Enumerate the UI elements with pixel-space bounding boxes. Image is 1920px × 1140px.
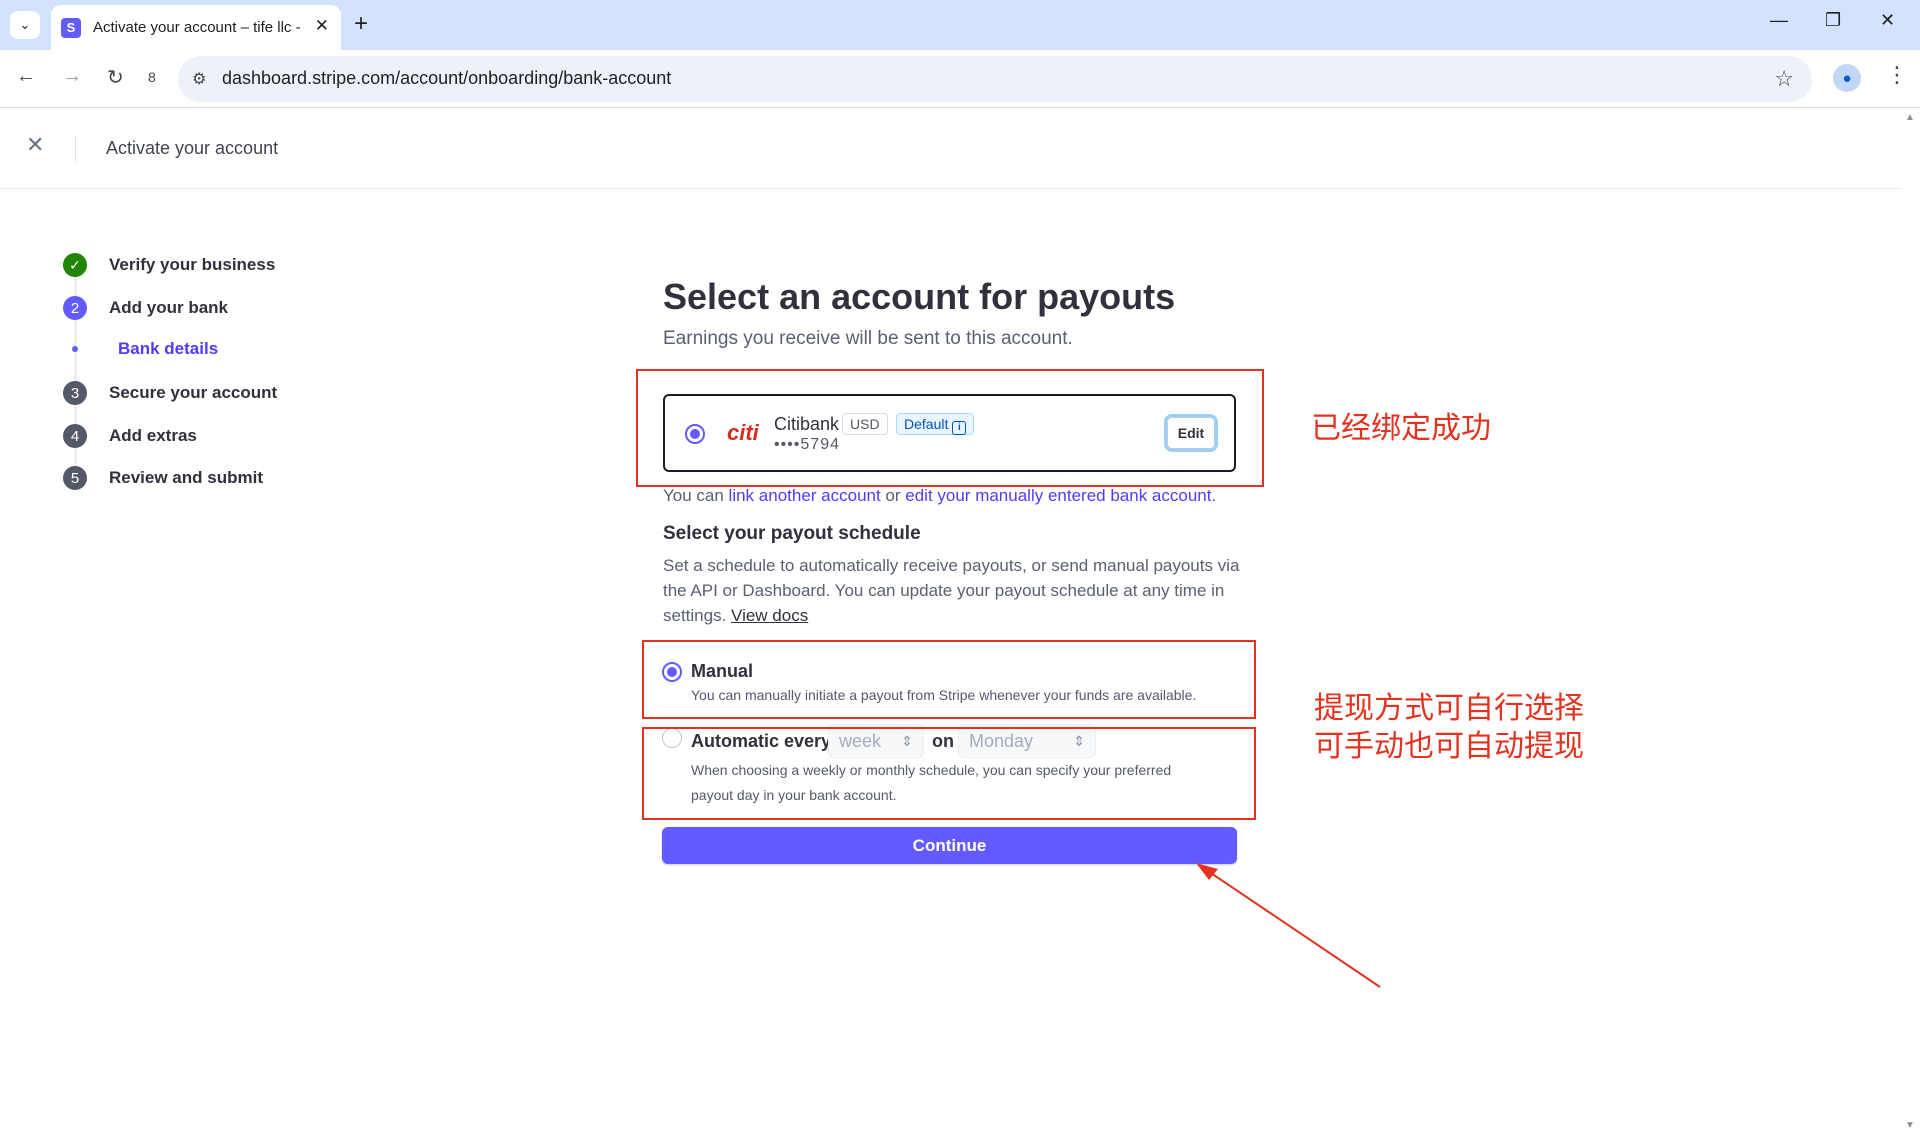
new-tab-plus-icon[interactable]: + [354, 10, 368, 38]
step-review-submit[interactable]: 5 Review and submit [63, 466, 263, 490]
annotation-arrow-icon [1196, 863, 1381, 988]
restore-icon[interactable]: ❐ [1825, 10, 1841, 31]
main-subtitle: Earnings you receive will be sent to thi… [663, 328, 1073, 349]
stripe-favicon-icon: S [61, 17, 81, 38]
annotation-box-manual [642, 640, 1256, 719]
window-close-icon[interactable]: ✕ [1880, 10, 1895, 31]
url-text[interactable]: dashboard.stripe.com/account/onboarding/… [222, 68, 671, 89]
step-label: Review and submit [109, 468, 263, 487]
browser-menu-kebab-icon[interactable]: ⋮ [1886, 62, 1908, 88]
step-label: Add extras [109, 426, 197, 445]
step-label: Verify your business [109, 255, 276, 274]
forward-arrow-icon[interactable]: → [62, 65, 82, 88]
scroll-up-arrow-icon[interactable]: ▲ [1905, 112, 1915, 123]
step-label: Add your bank [109, 298, 229, 317]
minimize-icon[interactable]: — [1770, 10, 1788, 31]
address-bar[interactable]: ⚙ dashboard.stripe.com/account/onboardin… [178, 56, 1812, 102]
profile-avatar-icon[interactable]: ● [1833, 64, 1861, 92]
step-label: Secure your account [109, 383, 278, 402]
edit-manual-bank-link[interactable]: edit your manually entered bank account [905, 486, 1211, 505]
header-divider [75, 136, 76, 162]
step-number: 4 [63, 424, 87, 448]
step-number: 5 [63, 466, 87, 490]
browser-tab-strip: ⌄ S Activate your account – tife llc - ✕… [0, 0, 1920, 50]
annotation-choice-line1: 提现方式可自行选择 [1314, 691, 1584, 726]
browser-tab-active[interactable]: S Activate your account – tife llc - ✕ [51, 5, 341, 50]
tab-close-icon[interactable]: ✕ [315, 16, 329, 36]
bookmark-star-icon[interactable]: ☆ [1774, 66, 1794, 92]
payout-schedule-title: Select your payout schedule [663, 523, 921, 544]
main-title: Select an account for payouts [663, 276, 1176, 317]
page-header: ✕ Activate your account [0, 108, 1900, 189]
bank-link-text: You can link another account or edit you… [663, 486, 1217, 505]
back-arrow-icon[interactable]: ← [16, 65, 36, 88]
extension-count: 8 [148, 69, 156, 85]
view-docs-link[interactable]: View docs [731, 606, 808, 625]
step-number: 3 [63, 381, 87, 405]
page-title: Activate your account [106, 138, 279, 158]
substep-dot [72, 346, 78, 352]
step-number: 2 [63, 296, 87, 320]
step-verify-business[interactable]: ✓ Verify your business [63, 253, 275, 277]
checkmark-icon: ✓ [63, 253, 87, 277]
payout-schedule-description: Set a schedule to automatically receive … [663, 556, 1240, 625]
page-scrollbar[interactable]: ▲ ▼ [1900, 108, 1920, 1140]
site-info-tune-icon[interactable]: ⚙ [192, 69, 206, 89]
tab-search-chevron-icon[interactable]: ⌄ [10, 11, 40, 39]
annotation-box-bank [636, 369, 1264, 487]
close-icon[interactable]: ✕ [26, 132, 44, 158]
annotation-bound-success: 已经绑定成功 [1311, 411, 1491, 446]
scroll-down-arrow-icon[interactable]: ▼ [1905, 1120, 1915, 1131]
reload-icon[interactable]: ↻ [107, 65, 124, 90]
step-secure-account[interactable]: 3 Secure your account [63, 381, 277, 405]
link-another-account[interactable]: link another account [729, 486, 881, 505]
annotation-choice-line2: 可手动也可自动提现 [1314, 729, 1584, 764]
browser-toolbar: ← → ↻ 8 ⚙ dashboard.stripe.com/account/o… [0, 50, 1920, 108]
step-add-bank[interactable]: 2 Add your bank [63, 296, 228, 320]
step-add-extras[interactable]: 4 Add extras [63, 424, 197, 448]
substep-bank-details[interactable]: Bank details [63, 339, 218, 359]
continue-button[interactable]: Continue [662, 827, 1237, 864]
tab-title: Activate your account – tife llc - [93, 19, 301, 36]
substep-label: Bank details [118, 339, 219, 358]
annotation-box-automatic [642, 727, 1256, 820]
